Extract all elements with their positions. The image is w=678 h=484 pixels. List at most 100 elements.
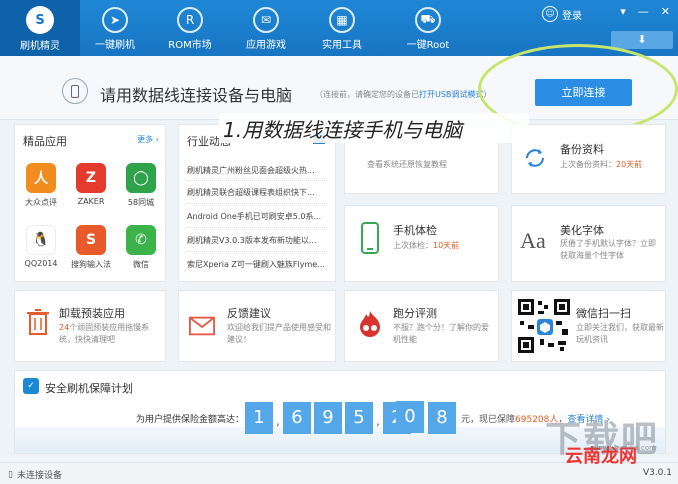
- car-icon: ⛟: [415, 7, 441, 33]
- phone-icon: [62, 78, 88, 104]
- wechat-icon: ✆: [126, 225, 156, 255]
- font-card[interactable]: Aa 美化字体 厌倦了手机默认字体？立即获取海量个性字体: [511, 205, 666, 282]
- nav-label: 一键Root: [406, 40, 450, 51]
- plan-details-link[interactable]: 查看详情 ›: [567, 415, 609, 425]
- trash-icon: [25, 309, 51, 335]
- benchmark-desc: 不服？跑个分！了解你的爱机性能: [393, 323, 489, 344]
- phone-checkup-icon: [357, 222, 383, 254]
- apps-title: 精品应用: [23, 135, 67, 148]
- cursor-icon: ➤: [102, 7, 128, 33]
- shield-icon: ✓: [23, 378, 39, 394]
- uninstall-desc: 24个顽固预装应用拖慢系统，快快清理吧: [59, 323, 150, 344]
- mail-icon: ✉: [253, 7, 279, 33]
- wechat-desc: 立即关注我们，获取最新玩机资讯: [576, 323, 664, 344]
- device-status: ▯ 未连接设备: [8, 468, 62, 482]
- backup-card[interactable]: 备份资料 上次备份资料：20天前: [511, 124, 666, 194]
- connect-title: 请用数据线连接设备与电脑: [100, 86, 293, 105]
- qq-penguin-icon: 🐧: [26, 225, 56, 255]
- download-manager-button[interactable]: ⬇: [611, 31, 673, 49]
- benchmark-card[interactable]: 跑分评测 不服？跑个分！了解你的爱机性能: [344, 290, 499, 362]
- device-status-text: 未连接设备: [16, 471, 62, 481]
- news-title: 行业动态: [187, 135, 231, 148]
- news-indicator: [313, 132, 325, 144]
- nav-item-one-click-flash[interactable]: ➤ 一键刷机: [75, 0, 155, 56]
- login-link[interactable]: ☺ 登录: [542, 6, 582, 22]
- nav-item-rom-market[interactable]: R ROM市场: [150, 0, 230, 56]
- menu-dropdown-icon[interactable]: ▾: [620, 5, 626, 18]
- restore-desc: 查看系统还原恢复教程: [367, 160, 447, 169]
- plan-label: 为用户提供保险金额高达：: [136, 415, 245, 425]
- app-zaker[interactable]: Z ZAKER: [69, 163, 113, 206]
- font-aa-icon: Aa: [520, 228, 546, 253]
- qr-code-icon: [516, 297, 572, 355]
- backup-sync-icon: [522, 145, 548, 171]
- logo-icon: S: [26, 6, 54, 34]
- nav-label: ROM市场: [168, 40, 212, 51]
- checkup-card[interactable]: 手机体检 上次体检：10天前: [344, 205, 499, 282]
- device-icon: ▯: [8, 469, 13, 480]
- app-sogou-input[interactable]: S 搜狗输入法: [69, 225, 113, 270]
- backup-title: 备份资料: [560, 143, 604, 156]
- minimize-icon[interactable]: —: [638, 5, 649, 18]
- sogou-icon: S: [76, 225, 106, 255]
- nav-label: 实用工具: [322, 40, 362, 51]
- amount-digit: 0: [396, 401, 424, 433]
- news-item[interactable]: 索尼Xperia Z可一键刷入魅族Flyme...: [187, 259, 325, 270]
- antutu-flame-icon: [355, 309, 385, 339]
- benchmark-title: 跑分评测: [393, 307, 437, 320]
- plan-suffix: 元，现已保障695208人，查看详情 ›: [461, 415, 610, 425]
- amount-digit: 9: [314, 402, 342, 434]
- news-item[interactable]: 刷机精灵联合超级课程表组织快下...: [187, 187, 315, 198]
- news-item[interactable]: 刷机精灵广州粉丝见面会超级火热...: [187, 165, 315, 176]
- news-item[interactable]: Android One手机已可刷安卓5.0系...: [187, 211, 321, 222]
- grid-icon: ▦: [329, 7, 355, 33]
- amount-digit: 6: [283, 402, 311, 434]
- app-wechat[interactable]: ✆ 微信: [119, 225, 163, 270]
- uninstall-card[interactable]: 卸载预装应用 24个顽固预装应用拖慢系统，快快清理吧: [14, 290, 166, 362]
- feedback-card[interactable]: 反馈建议 欢迎给我们提产品使用感受和建议！: [178, 290, 336, 362]
- font-title: 美化字体: [560, 224, 604, 237]
- nav-label: 应用游戏: [246, 40, 286, 51]
- nav-label: 一键刷机: [95, 40, 135, 51]
- connect-now-button[interactable]: 立即连接: [535, 79, 632, 106]
- close-icon[interactable]: ✕: [661, 5, 670, 18]
- feedback-title: 反馈建议: [227, 307, 271, 320]
- download-icon: ⬇: [637, 33, 647, 46]
- status-bar: ▯ 未连接设备 V3.0.1: [0, 462, 678, 484]
- login-label: 登录: [562, 10, 582, 22]
- industry-news-card: 行业动态 刷机精灵广州粉丝见面会超级火热... 刷机精灵联合超级课程表组织快下.…: [178, 124, 336, 282]
- 58-icon: ◯: [126, 163, 156, 193]
- app-58tongcheng[interactable]: ◯ 58同城: [119, 163, 163, 208]
- amount-digit: 1: [245, 402, 273, 434]
- wechat-scan-card[interactable]: 微信扫一扫 立即关注我们，获取最新玩机资讯: [511, 290, 666, 362]
- usb-debug-link[interactable]: 打开USB调试模式: [419, 90, 483, 99]
- restore-card[interactable]: 查看系统还原恢复教程: [344, 124, 499, 194]
- amount-digit: 8: [428, 402, 456, 434]
- zaker-icon: Z: [76, 163, 106, 193]
- dianping-icon: 人: [26, 163, 56, 193]
- backup-desc: 上次备份资料：20天前: [560, 160, 643, 169]
- nav-item-flash-genie[interactable]: S 刷机精灵: [0, 0, 80, 56]
- uninstall-title: 卸载预装应用: [59, 307, 125, 320]
- nav-item-tools[interactable]: ▦ 实用工具: [302, 0, 382, 56]
- nav-item-one-click-root[interactable]: ⛟ 一键Root: [388, 0, 468, 56]
- app-dianping[interactable]: 人 大众点评: [19, 163, 63, 208]
- checkup-title: 手机体检: [393, 224, 437, 237]
- connect-hint: （连接前，请确定您的设备已打开USB调试模式）: [315, 90, 492, 99]
- wechat-title: 微信扫一扫: [576, 307, 631, 320]
- checkup-desc: 上次体检：10天前: [393, 241, 460, 250]
- font-desc: 厌倦了手机默认字体？立即获取海量个性字体: [560, 239, 656, 260]
- window-controls: ▾ — ✕: [620, 5, 670, 18]
- user-icon: ☺: [542, 6, 558, 22]
- version-label: V3.0.1: [642, 468, 672, 478]
- envelope-icon: [189, 313, 215, 339]
- featured-apps-card: 精品应用 更多 › 人 大众点评 Z ZAKER ◯ 58同城 🐧 QQ2014…: [14, 124, 166, 282]
- rom-icon: R: [177, 7, 203, 33]
- news-item[interactable]: 刷机精灵V3.0.3版本发布新功能以...: [187, 235, 316, 246]
- app-qq[interactable]: 🐧 QQ2014: [19, 225, 63, 268]
- nav-label: 刷机精灵: [20, 41, 60, 52]
- nav-item-apps-games[interactable]: ✉ 应用游戏: [226, 0, 306, 56]
- apps-more-link[interactable]: 更多 ›: [137, 134, 159, 145]
- amount-digit: 5: [345, 402, 373, 434]
- feedback-desc: 欢迎给我们提产品使用感受和建议！: [227, 323, 331, 344]
